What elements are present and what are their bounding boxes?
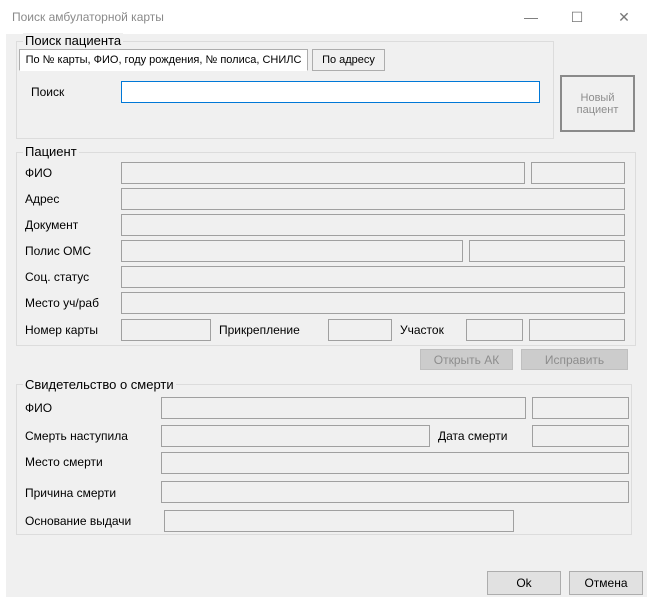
patient-social-status-label: Соц. статус: [25, 270, 90, 284]
close-icon: ✕: [618, 8, 630, 25]
death-place-field: [161, 452, 629, 474]
patient-policy-label: Полис ОМС: [25, 244, 92, 258]
search-label: Поиск: [31, 85, 65, 99]
issue-basis-field: [164, 510, 514, 532]
patient-workplace-field: [121, 292, 625, 314]
card-number-field: [121, 319, 211, 341]
patient-group-legend: Пациент: [23, 144, 79, 159]
close-button[interactable]: ✕: [601, 0, 647, 34]
window-title: Поиск амбулаторной карты: [12, 10, 164, 24]
patient-policy-field: [121, 240, 463, 262]
card-number-label: Номер карты: [25, 323, 98, 337]
district-extra-field: [529, 319, 625, 341]
death-date-field: [532, 425, 629, 447]
patient-social-status-field: [121, 266, 625, 288]
maximize-icon: ☐: [570, 8, 584, 25]
search-input[interactable]: [121, 81, 540, 103]
death-cause-label: Причина смерти: [25, 486, 117, 500]
patient-workplace-label: Место уч/раб: [25, 296, 99, 310]
patient-fio-label: ФИО: [25, 166, 53, 180]
death-date-label: Дата смерти: [438, 429, 508, 443]
maximize-button[interactable]: ☐: [554, 0, 600, 34]
attachment-label: Прикрепление: [219, 323, 300, 337]
new-patient-button[interactable]: Новый пациент: [560, 75, 635, 132]
death-fio-label: ФИО: [25, 401, 53, 415]
patient-birthdate-field: [531, 162, 625, 184]
patient-address-label: Адрес: [25, 192, 60, 206]
issue-basis-label: Основание выдачи: [25, 514, 132, 528]
death-fio-extra-field: [532, 397, 629, 419]
patient-policy-extra-field: [469, 240, 625, 262]
patient-document-field: [121, 214, 625, 236]
death-occurred-label: Смерть наступила: [25, 429, 128, 443]
ok-button[interactable]: Ok: [487, 571, 561, 595]
fix-button[interactable]: Исправить: [521, 349, 628, 370]
patient-document-label: Документ: [25, 218, 79, 232]
minimize-icon: —: [524, 9, 538, 25]
death-place-label: Место смерти: [25, 455, 103, 469]
death-fio-field: [161, 397, 526, 419]
district-field: [466, 319, 523, 341]
patient-address-field: [121, 188, 625, 210]
patient-fio-field: [121, 162, 525, 184]
cancel-button[interactable]: Отмена: [569, 571, 643, 595]
death-cause-field: [161, 481, 629, 503]
tab-by-card-number[interactable]: По № карты, ФИО, году рождения, № полиса…: [19, 49, 308, 71]
search-group-legend: Поиск пациента: [23, 33, 124, 48]
death-certificate-legend: Свидетельство о смерти: [23, 377, 176, 392]
tab-by-address[interactable]: По адресу: [312, 49, 385, 71]
attachment-field: [328, 319, 392, 341]
death-occurred-field: [161, 425, 430, 447]
open-ak-button[interactable]: Открыть АК: [420, 349, 513, 370]
district-label: Участок: [400, 323, 444, 337]
minimize-button[interactable]: —: [508, 0, 554, 34]
